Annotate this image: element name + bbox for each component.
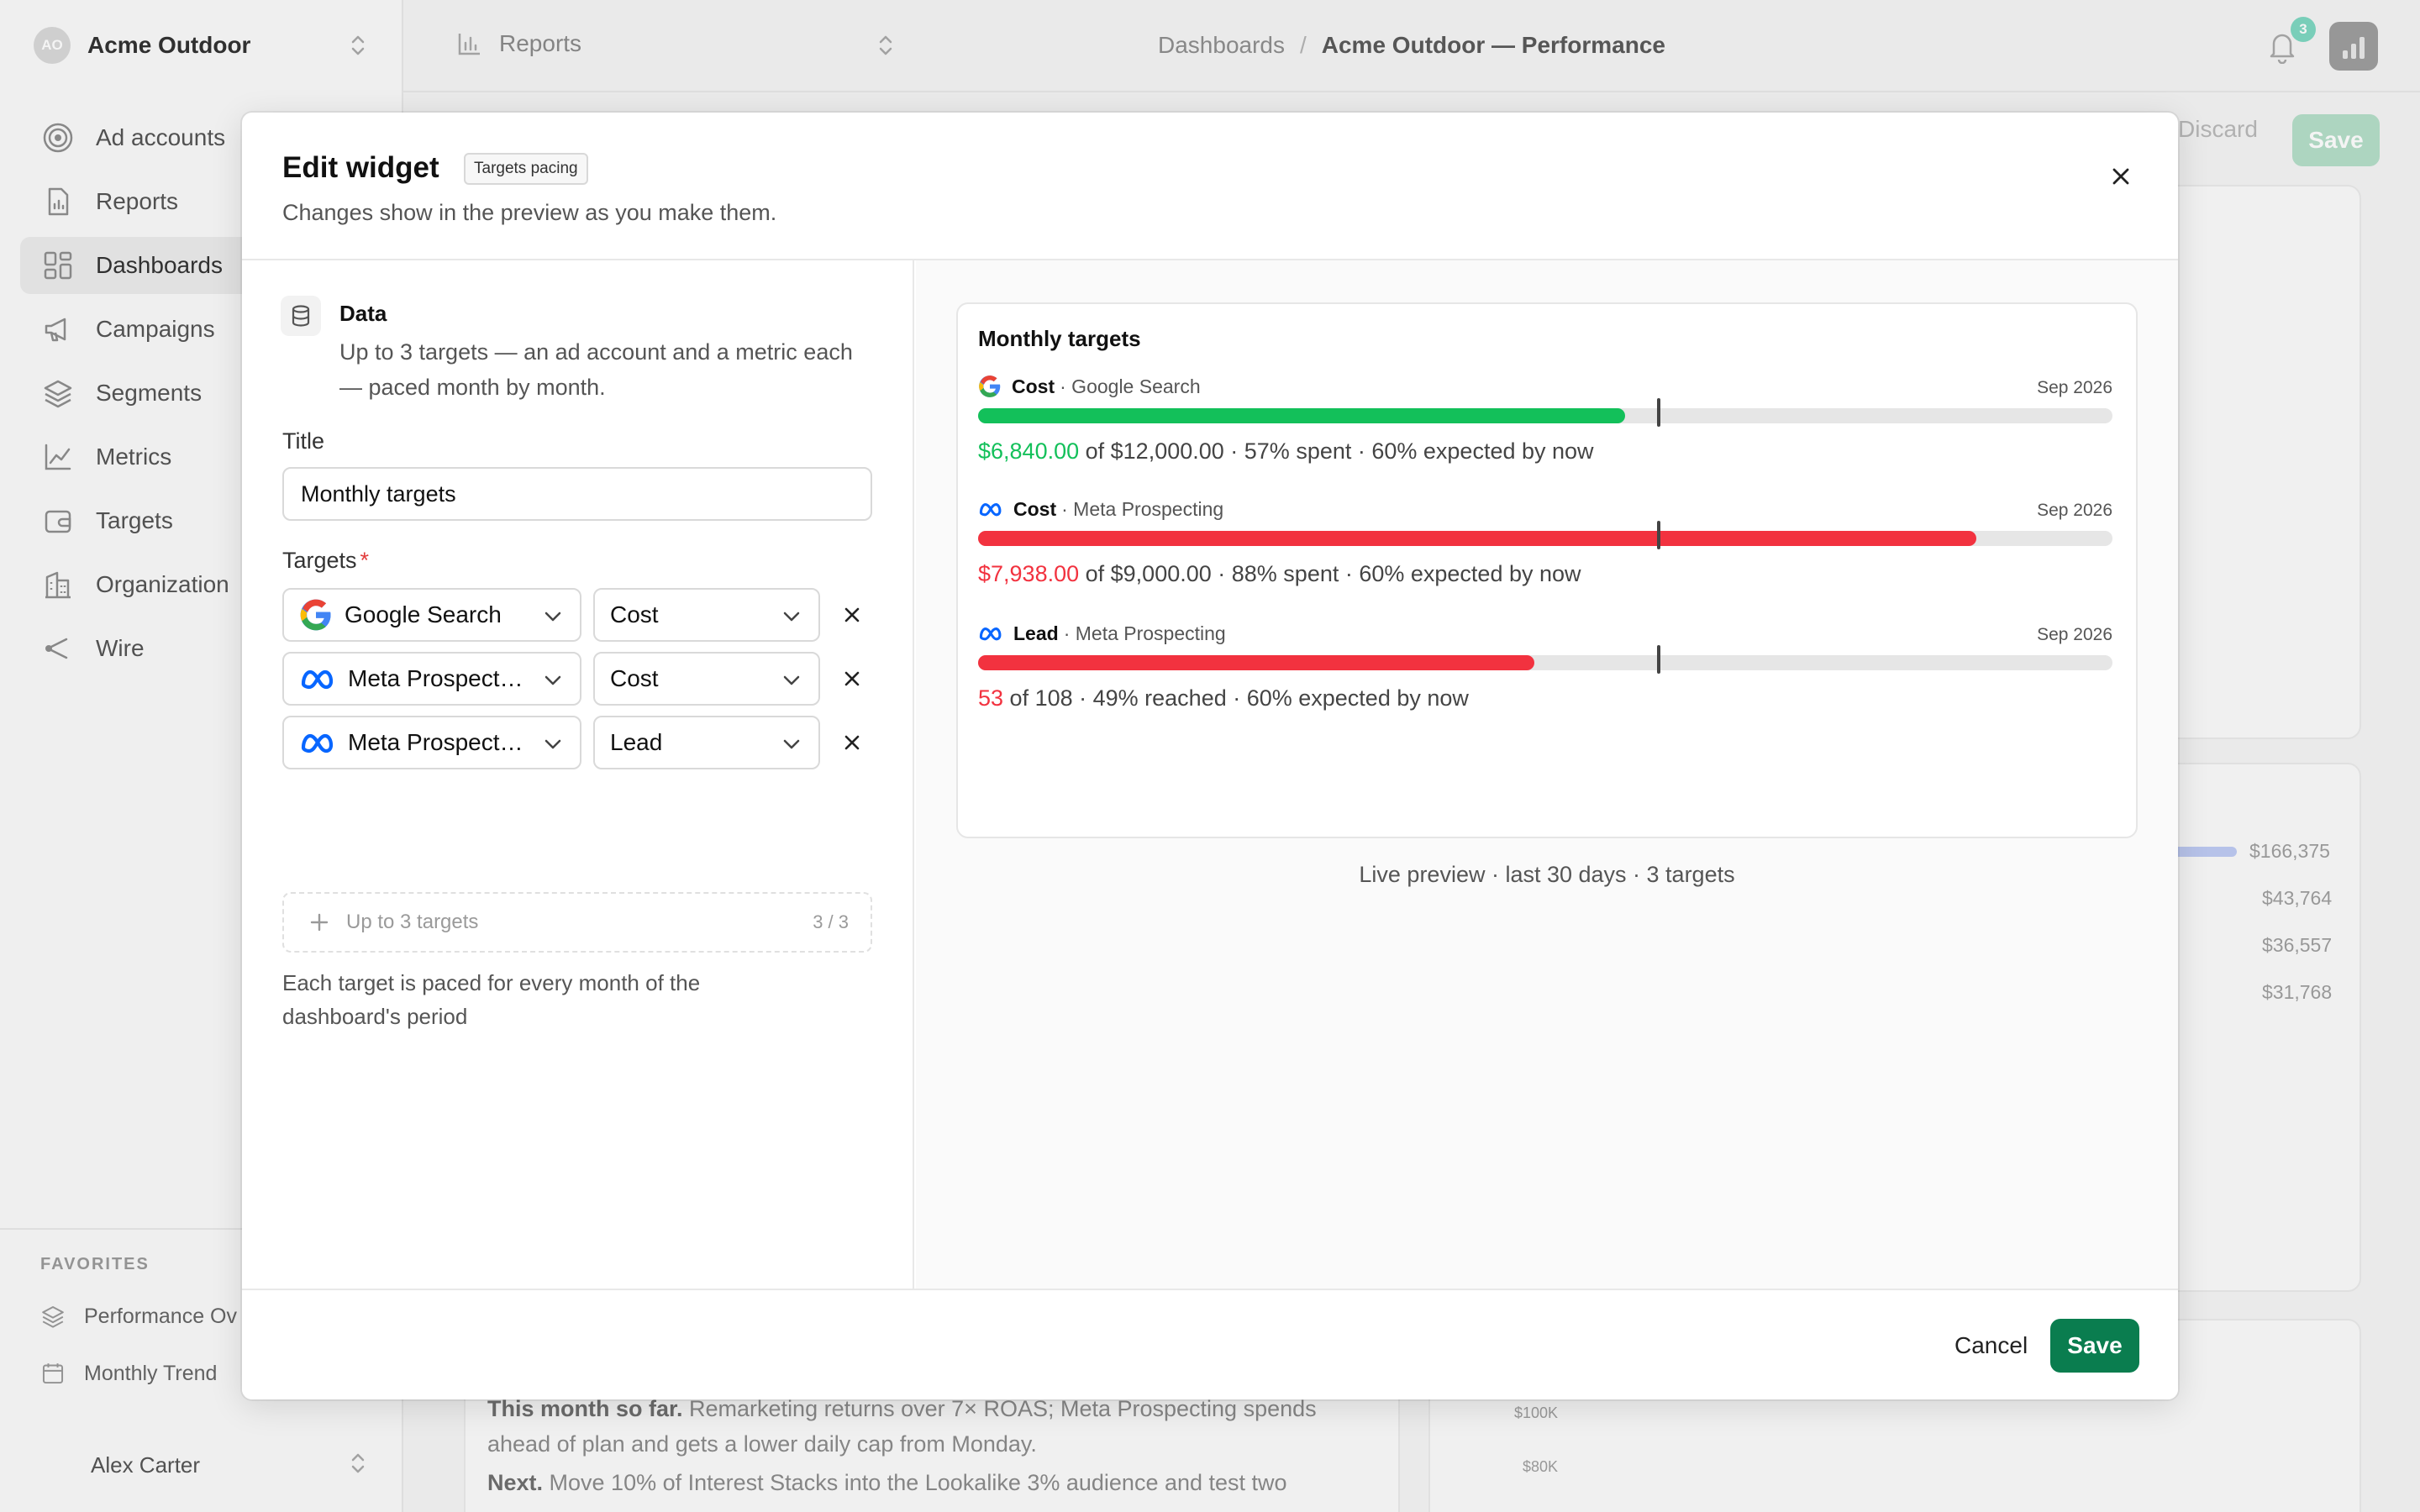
pacing-fill bbox=[978, 655, 1534, 670]
target-summary: $7,938.00 of $9,000.00 · 88% spent · 60%… bbox=[978, 561, 1581, 587]
title-label: Title bbox=[282, 428, 325, 454]
chevron-down-icon bbox=[783, 739, 800, 749]
chevron-down-icon bbox=[544, 675, 561, 685]
dialog-footer: Cancel Save bbox=[242, 1289, 2178, 1399]
target-account-value: Meta Prospecting bbox=[348, 665, 524, 691]
target-pacing-header: Lead · Meta Prospecting Sep 2026 bbox=[978, 618, 2112, 648]
google-icon bbox=[299, 598, 333, 632]
target-actual-value: $7,938.00 bbox=[978, 561, 1080, 586]
target-metric-select[interactable]: Cost bbox=[593, 588, 820, 642]
meta-icon bbox=[299, 667, 336, 690]
expected-marker bbox=[1657, 645, 1660, 674]
remove-target-button[interactable] bbox=[835, 598, 869, 632]
target-summary-text: of 108 · 49% reached · 60% expected by n… bbox=[1003, 685, 1469, 711]
title-input[interactable]: Monthly targets bbox=[282, 467, 872, 521]
target-metric: Cost bbox=[1012, 375, 1055, 397]
target-actual-value: 53 bbox=[978, 685, 1004, 711]
plus-icon bbox=[310, 913, 329, 932]
close-icon bbox=[2112, 168, 2129, 185]
target-summary-text: of $12,000.00 · 57% spent · 60% expected… bbox=[1079, 438, 1594, 464]
target-metric-value: Cost bbox=[610, 665, 659, 691]
widget-form: Data Up to 3 targets — an ad account and… bbox=[242, 260, 914, 1289]
remove-target-button[interactable] bbox=[835, 726, 869, 759]
expected-marker bbox=[1657, 398, 1660, 427]
target-account: · Meta Prospecting bbox=[1061, 497, 1224, 520]
dialog-header: Edit widget Targets pacing Changes show … bbox=[242, 113, 2178, 260]
target-summary-text: of $9,000.00 · 88% spent · 60% expected … bbox=[1079, 561, 1581, 586]
target-metric: Lead bbox=[1013, 622, 1059, 644]
target-account-value: Meta Prospecting bbox=[348, 729, 524, 755]
pacing-track bbox=[978, 398, 2112, 427]
target-metric-select[interactable]: Lead bbox=[593, 716, 820, 769]
preview-caption: Live preview · last 30 days · 3 targets bbox=[1359, 862, 1735, 887]
target-metric-value: Cost bbox=[610, 601, 659, 627]
data-section-title: Data bbox=[339, 301, 387, 326]
add-target-label: Up to 3 targets bbox=[346, 911, 479, 933]
target-account-value: Google Search bbox=[345, 601, 502, 627]
add-target-button[interactable]: Up to 3 targets 3 / 3 bbox=[282, 892, 872, 953]
chevron-down-icon bbox=[783, 675, 800, 685]
meta-icon bbox=[978, 501, 1003, 517]
app-background: AO Acme Outdoor Ad accounts Reports Dash… bbox=[0, 0, 2420, 1512]
pacing-fill bbox=[978, 531, 1976, 546]
save-button[interactable]: Save bbox=[2050, 1319, 2139, 1373]
close-icon bbox=[844, 671, 860, 686]
target-pacing-header: Cost · Meta Prospecting Sep 2026 bbox=[978, 494, 2112, 524]
edit-widget-dialog: Edit widget Targets pacing Changes show … bbox=[242, 113, 2178, 1399]
chevron-down-icon bbox=[544, 739, 561, 749]
widget-type-badge: Targets pacing bbox=[464, 153, 588, 185]
pacing-track bbox=[978, 645, 2112, 674]
database-icon bbox=[281, 296, 321, 336]
close-icon bbox=[844, 607, 860, 622]
target-account-select[interactable]: Meta Prospecting bbox=[282, 652, 581, 706]
chevron-down-icon bbox=[544, 612, 561, 622]
meta-icon bbox=[299, 731, 336, 754]
required-mark: * bbox=[360, 548, 370, 573]
pacing-fill bbox=[978, 408, 1625, 423]
target-period: Sep 2026 bbox=[2037, 378, 2112, 397]
dialog-subtitle: Changes show in the preview as you make … bbox=[282, 200, 777, 225]
data-section-description: Up to 3 targets — an ad account and a me… bbox=[339, 339, 853, 400]
widget-preview: Monthly targets Cost · Google Search Sep… bbox=[916, 260, 2178, 1289]
chevron-down-icon bbox=[783, 612, 800, 622]
meta-icon bbox=[978, 625, 1003, 642]
target-account: · Meta Prospecting bbox=[1063, 622, 1226, 644]
target-pacing-header: Cost · Google Search Sep 2026 bbox=[978, 371, 2112, 402]
preview-title: Monthly targets bbox=[978, 326, 1141, 351]
close-button[interactable] bbox=[2101, 156, 2141, 197]
targets-hint: Each target is paced for every month of … bbox=[282, 970, 701, 1029]
remove-target-button[interactable] bbox=[835, 662, 869, 696]
target-summary: $6,840.00 of $12,000.00 · 57% spent · 60… bbox=[978, 438, 1594, 465]
target-metric: Cost bbox=[1013, 497, 1057, 520]
google-icon bbox=[978, 375, 1002, 398]
close-icon bbox=[844, 735, 860, 750]
preview-card: Monthly targets Cost · Google Search Sep… bbox=[956, 302, 2138, 838]
cancel-button[interactable]: Cancel bbox=[1934, 1319, 2048, 1373]
expected-marker bbox=[1657, 521, 1660, 549]
target-account: · Google Search bbox=[1060, 375, 1201, 397]
target-account-select[interactable]: Google Search bbox=[282, 588, 581, 642]
target-count: 3 / 3 bbox=[813, 911, 849, 932]
target-summary: 53 of 108 · 49% reached · 60% expected b… bbox=[978, 685, 1469, 711]
targets-label: Targets * bbox=[282, 548, 369, 574]
target-period: Sep 2026 bbox=[2037, 625, 2112, 644]
pacing-track bbox=[978, 521, 2112, 549]
target-period: Sep 2026 bbox=[2037, 501, 2112, 520]
target-actual-value: $6,840.00 bbox=[978, 438, 1080, 464]
target-metric-value: Lead bbox=[610, 729, 663, 755]
target-metric-select[interactable]: Cost bbox=[593, 652, 820, 706]
target-account-select[interactable]: Meta Prospecting bbox=[282, 716, 581, 769]
targets-label-text: Targets bbox=[282, 548, 357, 573]
dialog-title: Edit widget bbox=[282, 151, 439, 184]
